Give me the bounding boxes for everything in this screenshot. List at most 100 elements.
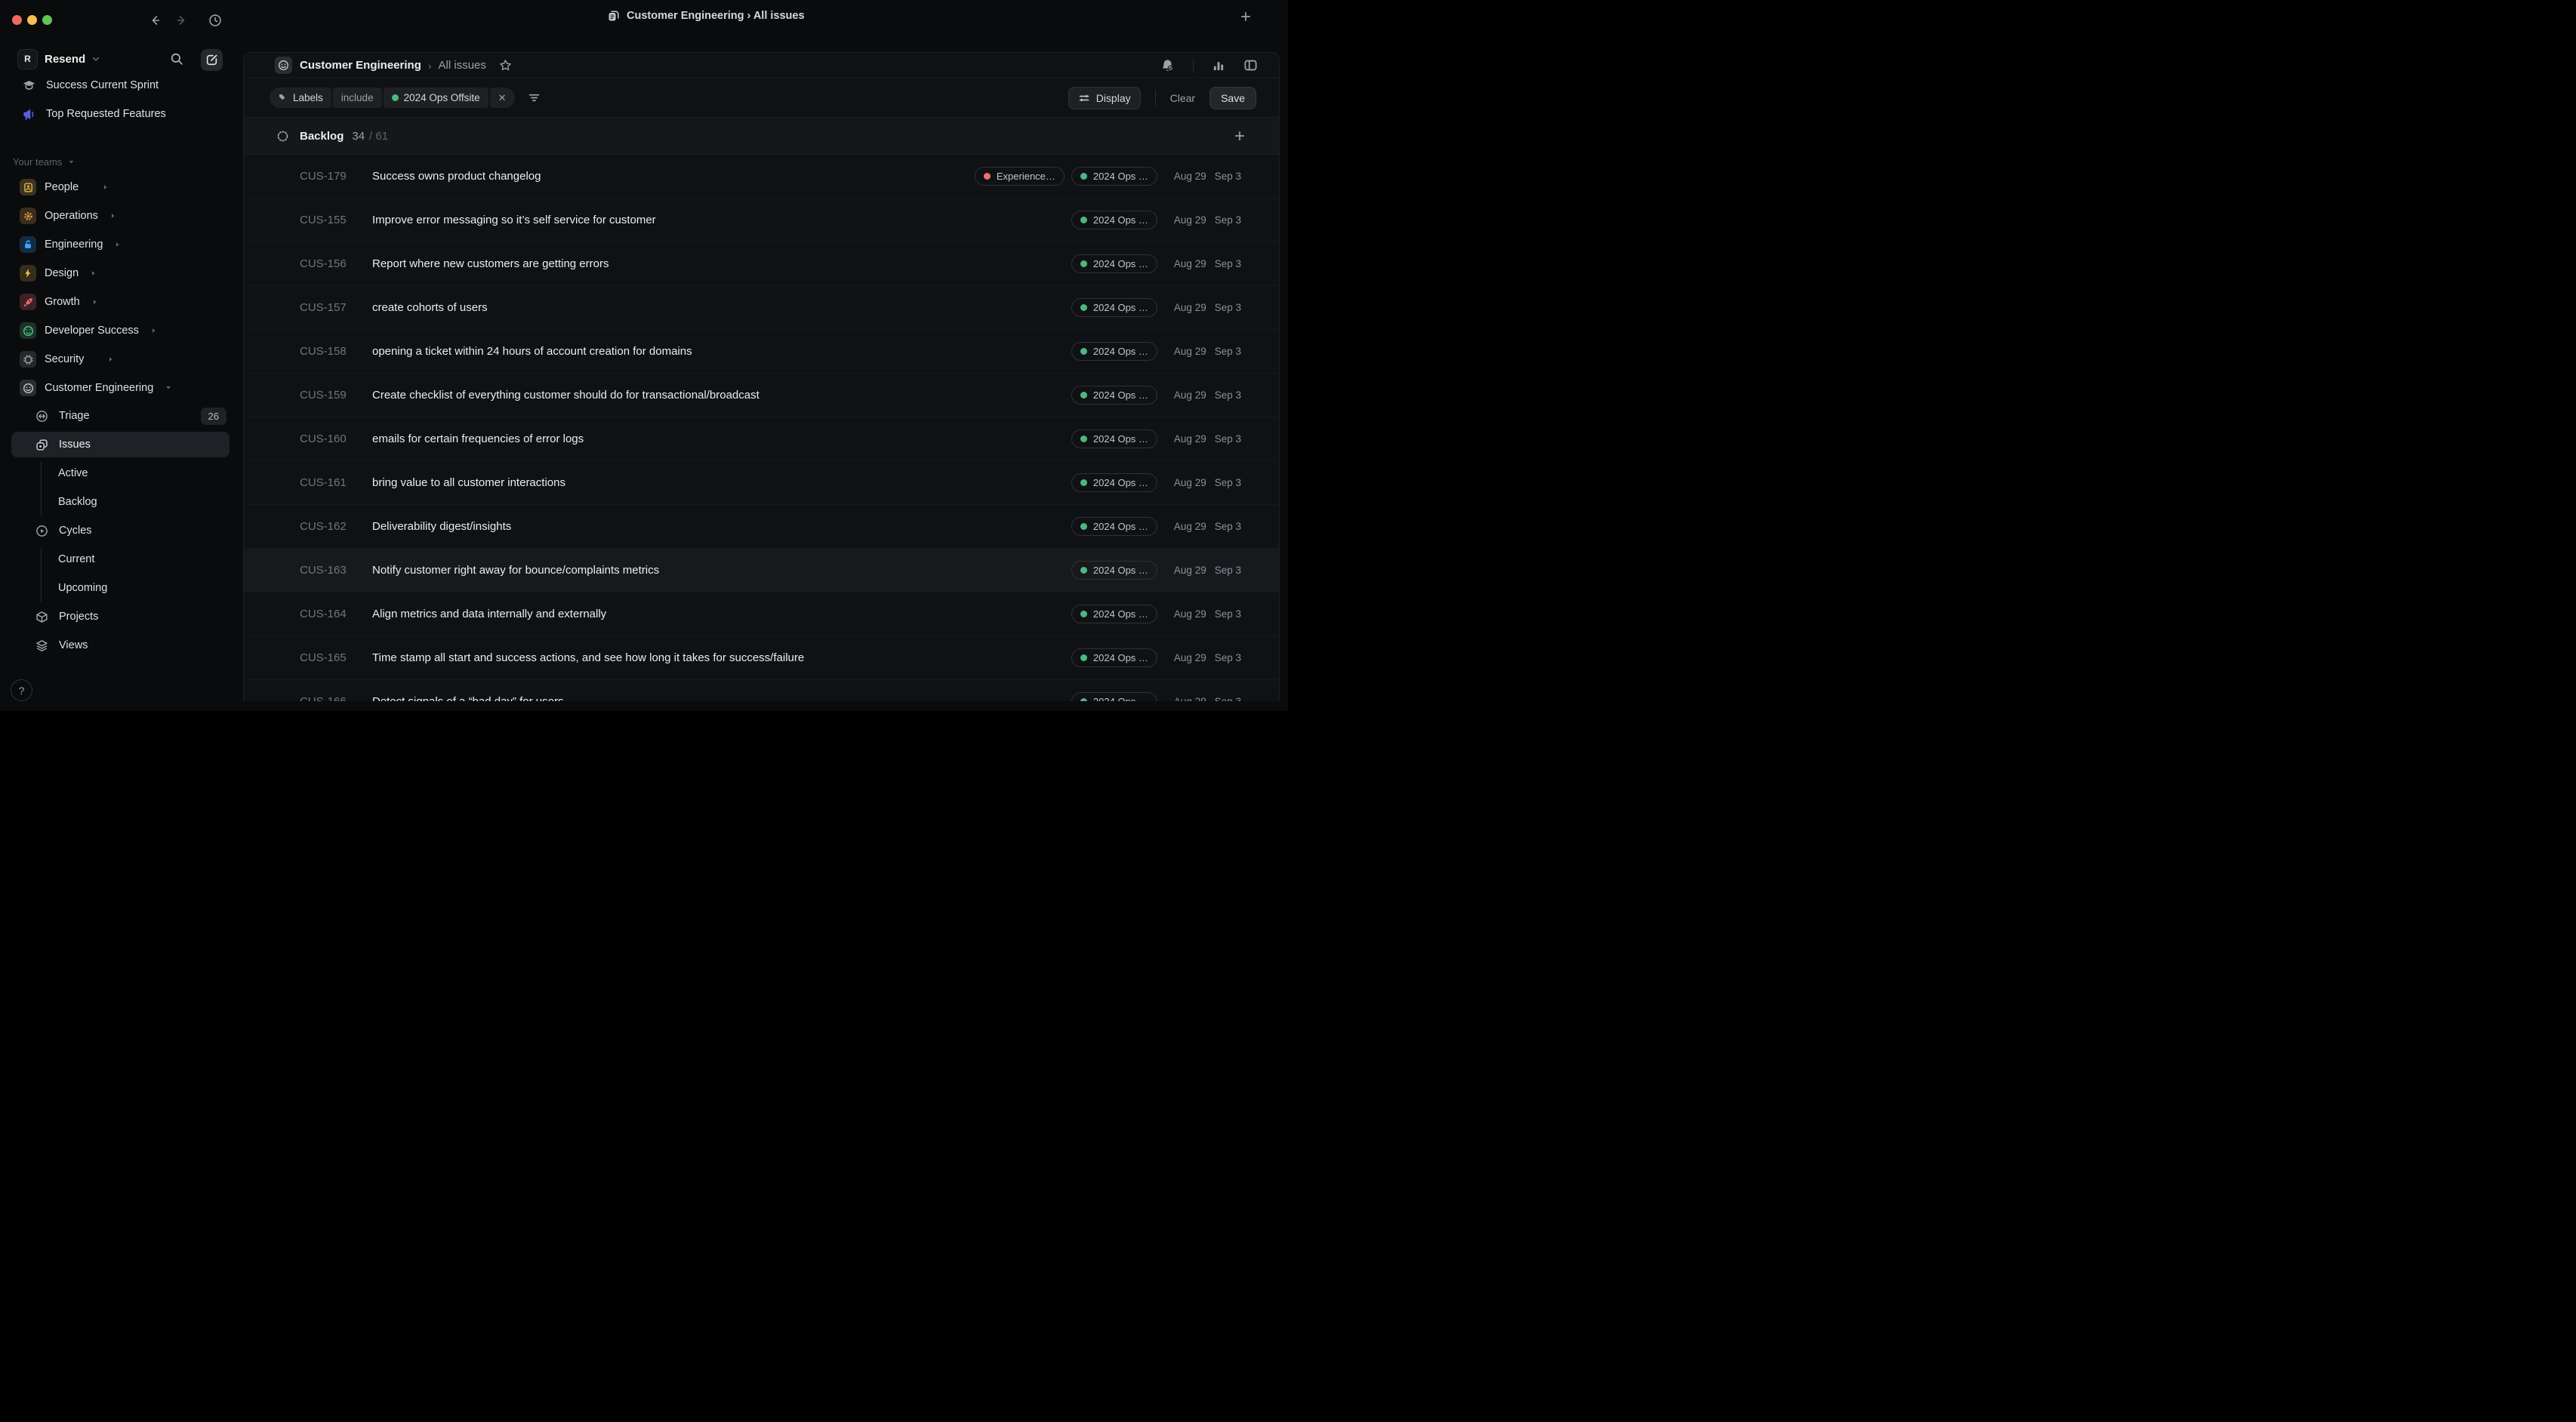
label-pill[interactable]: 2024 Ops … [1071, 386, 1157, 405]
new-tab-button[interactable] [1240, 11, 1252, 26]
label-pill[interactable]: 2024 Ops … [1071, 167, 1157, 186]
sidebar-team-developer-success[interactable]: Developer Success [0, 316, 243, 345]
issue-row[interactable]: CUS-164 Align metrics and data internall… [244, 592, 1279, 636]
sidebar-item-issues[interactable]: Issues [0, 430, 243, 459]
sidebar-item-triage[interactable]: Triage 26 [0, 402, 243, 430]
sidebar-item-cycles[interactable]: Cycles [0, 516, 243, 545]
side-panel-icon[interactable] [1243, 58, 1258, 72]
issue-row[interactable]: CUS-155 Improve error messaging so it’s … [244, 199, 1279, 242]
issue-title: Notify customer right away for bounce/co… [372, 564, 659, 577]
clock-icon [208, 14, 222, 27]
sidebar-item-label: Current [58, 553, 94, 565]
issue-id: CUS-161 [300, 476, 353, 489]
notifications-bell-icon[interactable] [1160, 58, 1175, 72]
sidebar-team-people[interactable]: People [0, 173, 243, 202]
label-color-dot [1080, 654, 1087, 661]
issue-created-date: Aug 29 [1174, 565, 1206, 576]
sidebar-team-customer-engineering[interactable]: Customer Engineering [0, 374, 243, 402]
label-pill[interactable]: 2024 Ops … [1071, 342, 1157, 361]
add-issue-button[interactable] [1234, 130, 1246, 142]
issue-title: Report where new customers are getting e… [372, 257, 609, 270]
issue-title: Create checklist of everything customer … [372, 389, 760, 402]
cycles-icon [34, 525, 49, 537]
issue-row[interactable]: CUS-162 Deliverability digest/insights 2… [244, 505, 1279, 549]
sidebar-item-success-current-sprint[interactable]: Success Current Sprint [0, 71, 243, 100]
forward-button[interactable] [172, 11, 192, 30]
search-icon[interactable] [170, 52, 183, 66]
sidebar-item-backlog[interactable]: Backlog [0, 488, 243, 516]
label-pill[interactable]: 2024 Ops … [1071, 692, 1157, 701]
label-color-dot [1080, 304, 1087, 311]
issue-title: emails for certain frequencies of error … [372, 432, 584, 445]
issue-labels: 2024 Ops … [1071, 561, 1157, 580]
back-button[interactable] [145, 11, 165, 30]
help-button[interactable]: ? [11, 679, 32, 701]
issue-row[interactable]: CUS-166 Detect signals of a “bad day” fo… [244, 680, 1279, 701]
filter-field[interactable]: Labels [270, 88, 331, 108]
issue-row[interactable]: CUS-160 emails for certain frequencies o… [244, 417, 1279, 461]
filter-remove-button[interactable]: ✕ [490, 88, 515, 108]
label-color-dot [1080, 698, 1087, 701]
label-pill[interactable]: 2024 Ops … [1071, 298, 1157, 317]
your-teams-section[interactable]: Your teams [13, 152, 75, 171]
cube-icon [34, 611, 49, 623]
sidebar-item-top-requested-features[interactable]: Top Requested Features [0, 100, 243, 128]
filter-value[interactable]: 2024 Ops Offsite [384, 88, 488, 108]
issue-row[interactable]: CUS-163 Notify customer right away for b… [244, 549, 1279, 592]
window-zoom-button[interactable] [42, 15, 52, 25]
label-pill[interactable]: 2024 Ops … [1071, 254, 1157, 273]
sidebar-team-growth[interactable]: Growth [0, 288, 243, 316]
issue-row[interactable]: CUS-179 Success owns product changelog E… [244, 155, 1279, 199]
team-label: Developer Success [45, 325, 139, 337]
issue-id: CUS-166 [300, 695, 353, 701]
issue-row[interactable]: CUS-156 Report where new customers are g… [244, 242, 1279, 286]
workspace-logo: R [17, 49, 38, 69]
breadcrumb-team[interactable]: Customer Engineering [300, 59, 421, 72]
issue-row[interactable]: CUS-165 Time stamp all start and success… [244, 636, 1279, 680]
arrow-right-icon [176, 14, 188, 26]
label-pill[interactable]: 2024 Ops … [1071, 473, 1157, 492]
window-minimize-button[interactable] [27, 15, 37, 25]
label-pill[interactable]: 2024 Ops … [1071, 605, 1157, 623]
clear-button[interactable]: Clear [1170, 92, 1195, 104]
issue-row[interactable]: CUS-158 opening a ticket within 24 hours… [244, 330, 1279, 374]
label-pill[interactable]: 2024 Ops … [1071, 561, 1157, 580]
sidebar-item-current[interactable]: Current [0, 545, 243, 574]
favorite-star-icon[interactable] [499, 59, 512, 72]
label-pill[interactable]: 2024 Ops … [1071, 211, 1157, 229]
issue-row[interactable]: CUS-161 bring value to all customer inte… [244, 461, 1279, 505]
team-label: Customer Engineering [45, 382, 153, 394]
team-icon [20, 380, 36, 396]
new-issue-button[interactable] [201, 49, 223, 71]
sidebar-item-label: Triage [59, 410, 90, 422]
sidebar-team-design[interactable]: Design [0, 259, 243, 288]
issue-row[interactable]: CUS-157 create cohorts of users 2024 Ops… [244, 286, 1279, 330]
sidebar-team-engineering[interactable]: Engineering [0, 230, 243, 259]
display-button[interactable]: Display [1068, 87, 1141, 109]
issue-row[interactable]: CUS-159 Create checklist of everything c… [244, 374, 1279, 417]
issue-labels: Experience… 2024 Ops … [975, 167, 1157, 186]
filter-icon[interactable] [528, 91, 541, 104]
sidebar-item-upcoming[interactable]: Upcoming [0, 574, 243, 602]
label-pill[interactable]: 2024 Ops … [1071, 429, 1157, 448]
sidebar-item-active[interactable]: Active [0, 459, 243, 488]
save-button[interactable]: Save [1209, 87, 1256, 109]
workspace-switcher[interactable]: R Resend [0, 45, 243, 72]
sidebar-team-security[interactable]: Security [0, 345, 243, 374]
insights-chart-icon[interactable] [1212, 59, 1225, 72]
label-pill[interactable]: 2024 Ops … [1071, 517, 1157, 536]
issue-list: CUS-179 Success owns product changelog E… [244, 155, 1279, 701]
filter-operator[interactable]: include [333, 88, 382, 108]
window-close-button[interactable] [12, 15, 22, 25]
label-pill[interactable]: Experience… [975, 167, 1065, 186]
history-button[interactable] [205, 11, 225, 30]
breadcrumb-view[interactable]: All issues [439, 59, 486, 72]
label-pill[interactable]: 2024 Ops … [1071, 648, 1157, 667]
issue-title: Success owns product changelog [372, 170, 541, 183]
group-header-backlog[interactable]: Backlog 34 / 61 [244, 118, 1279, 155]
sidebar-item-projects[interactable]: Projects [0, 602, 243, 631]
sidebar-item-views[interactable]: Views [0, 631, 243, 660]
sidebar-team-operations[interactable]: Operations [0, 202, 243, 230]
issue-labels: 2024 Ops … [1071, 517, 1157, 536]
workspace-name: Resend [45, 53, 85, 66]
